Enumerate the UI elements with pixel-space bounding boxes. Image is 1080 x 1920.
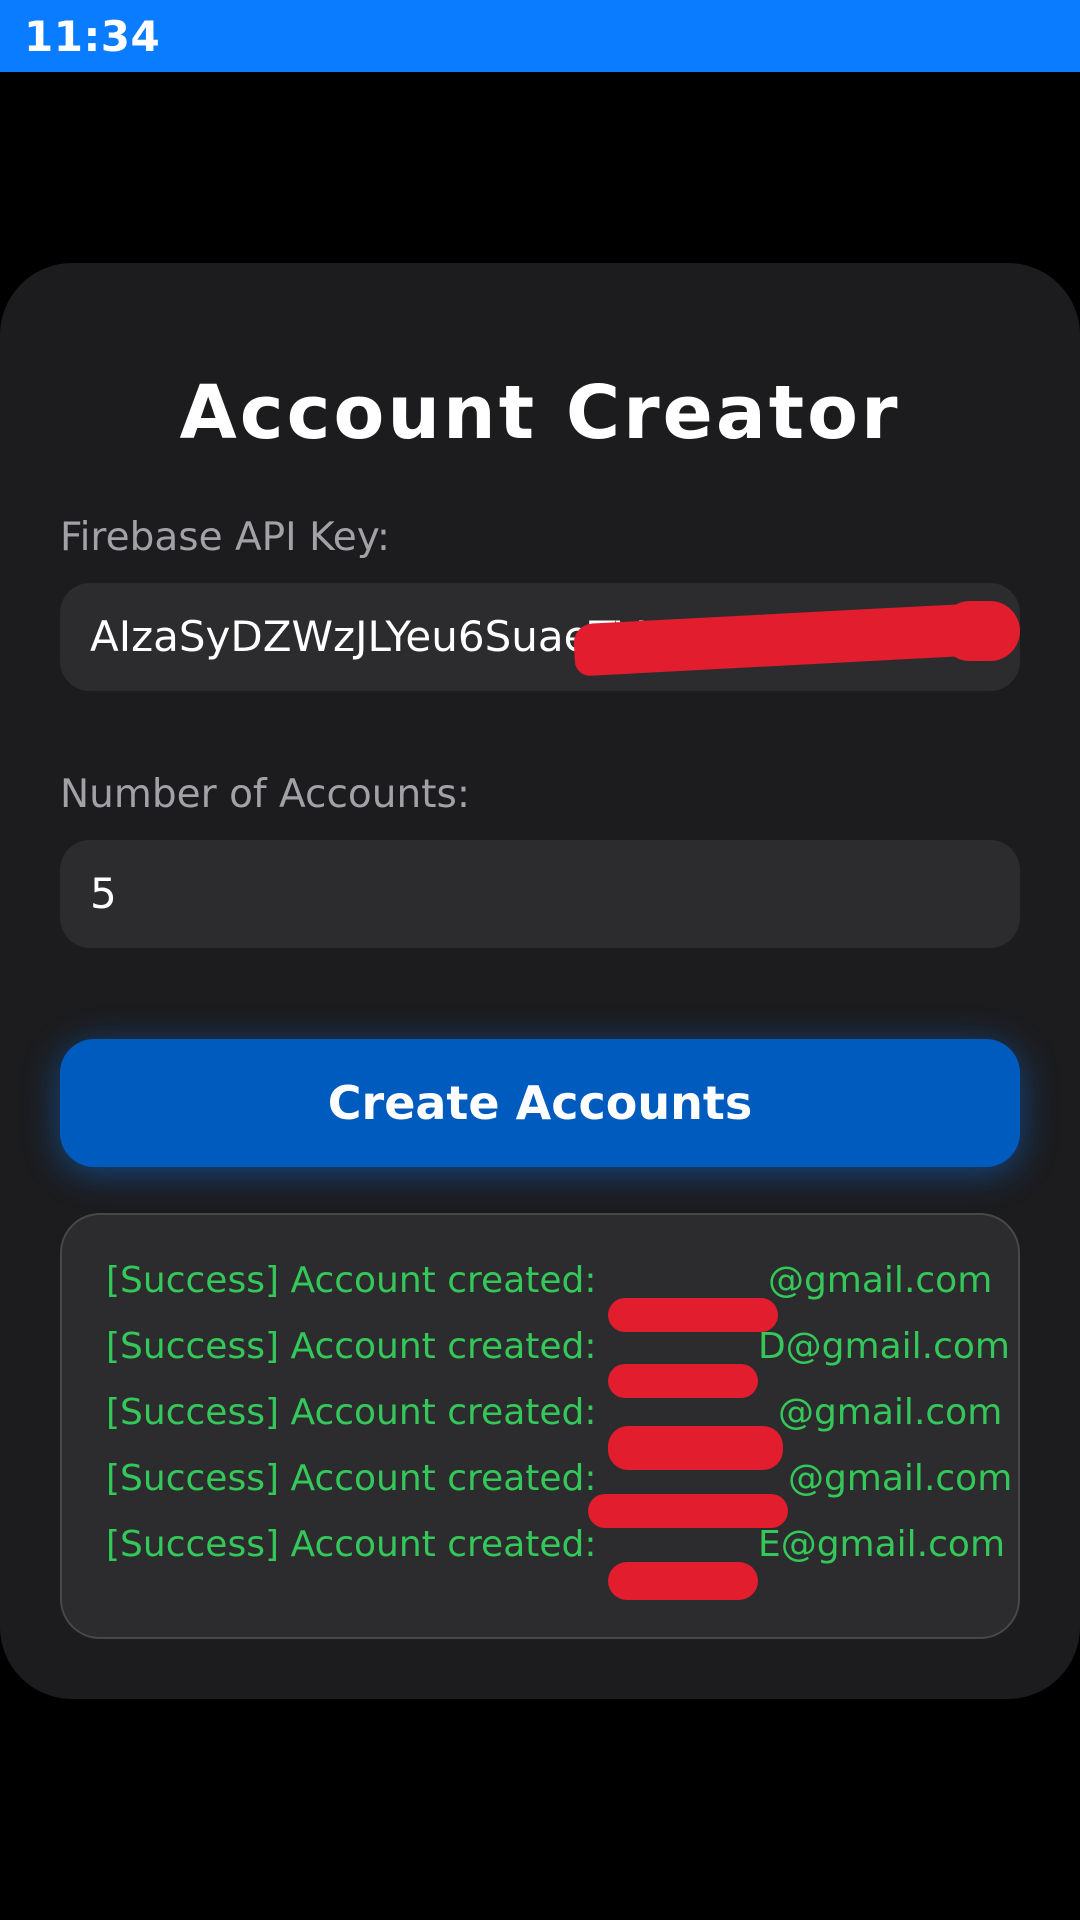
log-entry-prefix: [Success] Account created: [106, 1524, 608, 1565]
log-entry-suffix: @gmail.com [767, 1260, 993, 1301]
log-entry-suffix: D@gmail.com [757, 1326, 1010, 1367]
log-entry-suffix: @gmail.com [777, 1392, 1003, 1433]
status-time: 11:34 [24, 12, 161, 61]
log-entry-prefix: [Success] Account created: [106, 1326, 608, 1367]
log-entry-prefix: [Success] Account created: [106, 1458, 608, 1499]
account-count-input[interactable]: 5 [60, 840, 1020, 948]
create-accounts-button[interactable]: Create Accounts [60, 1039, 1020, 1167]
redaction-mark [607, 1562, 758, 1600]
account-count-label: Number of Accounts: [60, 772, 470, 817]
api-key-value: AIzaSyDZWzJLYeu6SuaeTV [90, 612, 644, 661]
log-entry: [Success] Account created: @gmail.com [106, 1392, 1003, 1470]
log-entry-prefix: [Success] Account created: [106, 1392, 608, 1433]
log-entry: [Success] Account created: D@gmail.com [106, 1326, 1010, 1398]
log-entry-suffix: @gmail.com [787, 1458, 1013, 1499]
status-bar: 11:34 [0, 0, 1080, 72]
page-title: Account Creator [179, 370, 901, 456]
api-key-label: Firebase API Key: [60, 515, 391, 560]
redaction-mark [940, 601, 1020, 661]
log-entry: [Success] Account created: E@gmail.com [106, 1524, 1006, 1600]
account-count-value: 5 [90, 869, 117, 918]
log-entry: [Success] Account created: @gmail.com [106, 1260, 993, 1332]
redaction-mark [587, 1494, 788, 1528]
log-entry-suffix: E@gmail.com [757, 1524, 1006, 1565]
log-entry-prefix: [Success] Account created: [106, 1260, 608, 1301]
log-entry: [Success] Account created: @gmail.com [106, 1458, 1013, 1528]
api-key-input[interactable]: AIzaSyDZWzJLYeu6SuaeTV [60, 583, 1020, 691]
